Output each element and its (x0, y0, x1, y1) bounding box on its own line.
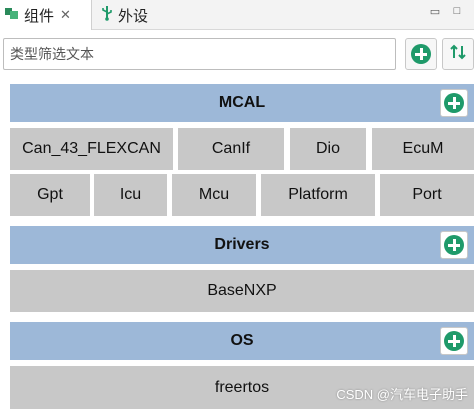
tab-peripherals-label: 外设 (118, 7, 149, 25)
sort-arrows-icon (449, 43, 467, 66)
view-tab-bar: 组件 ✕ 外设 ▭ □ (0, 0, 474, 30)
group-header-mcal: MCAL (10, 84, 474, 122)
add-mcal-button[interactable] (440, 89, 468, 117)
add-component-button[interactable] (405, 38, 437, 70)
plus-circle-icon (444, 93, 464, 113)
close-icon[interactable]: ✕ (60, 7, 71, 23)
add-os-button[interactable] (440, 327, 468, 355)
tab-components-label: 组件 (24, 7, 55, 25)
components-icon (4, 5, 20, 25)
watermark: CSDN @汽车电子助手 (336, 387, 468, 402)
plus-circle-icon (444, 235, 464, 255)
filter-input[interactable] (3, 38, 396, 70)
minimize-icon[interactable]: ▭ (428, 4, 442, 18)
add-drivers-button[interactable] (440, 231, 468, 259)
group-header-os: OS (10, 322, 474, 360)
group-header-drivers: Drivers (10, 226, 474, 264)
sort-button[interactable] (442, 38, 474, 70)
component-can-43-flexcan[interactable]: Can_43_FLEXCAN (10, 128, 173, 170)
group-title-mcal: MCAL (218, 94, 266, 111)
component-mcu[interactable]: Mcu (172, 174, 256, 216)
group-title-os: OS (230, 332, 254, 349)
component-ecum[interactable]: EcuM (372, 128, 474, 170)
plus-circle-icon (411, 44, 431, 64)
plus-circle-icon (444, 331, 464, 351)
tab-components[interactable]: 组件 ✕ (0, 0, 92, 30)
usb-icon (100, 5, 114, 25)
component-canif[interactable]: CanIf (178, 128, 284, 170)
component-port[interactable]: Port (380, 174, 474, 216)
component-platform[interactable]: Platform (261, 174, 375, 216)
group-title-drivers: Drivers (214, 236, 270, 253)
maximize-icon[interactable]: □ (450, 4, 464, 18)
component-icu[interactable]: Icu (94, 174, 167, 216)
component-basenxp[interactable]: BaseNXP (10, 270, 474, 312)
tab-peripherals[interactable]: 外设 (96, 0, 176, 30)
component-dio[interactable]: Dio (290, 128, 366, 170)
component-gpt[interactable]: Gpt (10, 174, 90, 216)
